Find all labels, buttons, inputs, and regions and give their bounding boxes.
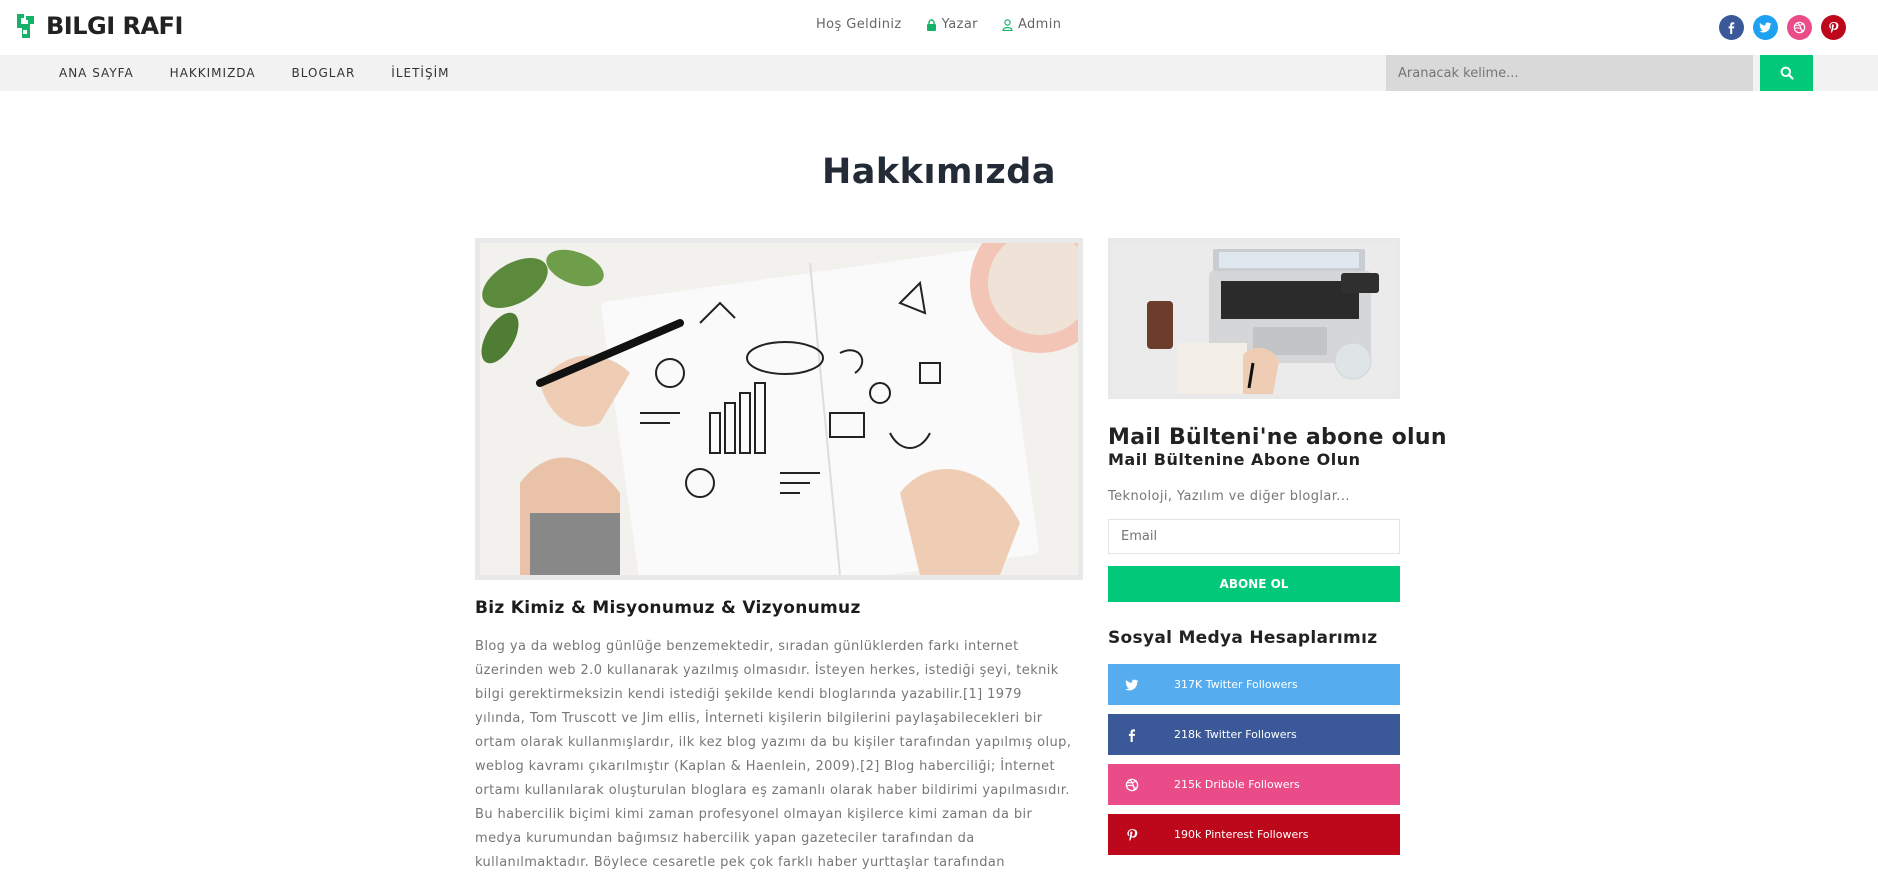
top-bar: BILGI RAFI Hoş Geldiniz Yazar Admin <box>0 0 1878 55</box>
social-row-twitter[interactable]: 317K Twitter Followers <box>1108 664 1400 705</box>
page-title: Hakkımızda <box>822 152 1056 192</box>
twitter-icon <box>1759 22 1772 33</box>
laptop-desk-image <box>1113 243 1395 394</box>
twitter-link[interactable] <box>1753 15 1778 40</box>
hero-image <box>475 238 1083 580</box>
top-social-links <box>1719 15 1846 40</box>
logo-icon <box>17 14 34 38</box>
search-input[interactable] <box>1386 55 1753 91</box>
social-row-label: 218k Twitter Followers <box>1174 728 1297 741</box>
menu-item-contact[interactable]: İLETİŞİM <box>391 66 449 80</box>
site-logo[interactable]: BILGI RAFI <box>14 12 183 40</box>
top-nav-admin[interactable]: Admin <box>1002 17 1061 32</box>
facebook-icon <box>1128 728 1136 742</box>
social-row-icon-wrap <box>1108 778 1148 792</box>
newsletter-subtitle: Mail Bültenine Abone Olun <box>1108 450 1361 469</box>
section-title: Biz Kimiz & Misyonumuz & Vizyonumuz <box>475 598 861 618</box>
sidebar-image <box>1108 238 1400 399</box>
social-row-pinterest[interactable]: 190k Pinterest Followers <box>1108 814 1400 855</box>
menu-item-blogs[interactable]: BLOGLAR <box>292 66 356 80</box>
hero-illustration <box>480 243 1078 575</box>
top-nav-label: Yazar <box>941 17 978 32</box>
social-row-facebook[interactable]: 218k Twitter Followers <box>1108 714 1400 755</box>
facebook-icon <box>1728 22 1735 34</box>
search-button[interactable] <box>1760 55 1813 91</box>
social-row-icon-wrap <box>1108 828 1148 842</box>
dribbble-icon <box>1793 21 1806 34</box>
top-nav-welcome[interactable]: Hoş Geldiniz <box>816 17 902 32</box>
social-row-label: 317K Twitter Followers <box>1174 678 1298 691</box>
social-row-label: 190k Pinterest Followers <box>1174 828 1309 841</box>
menu-item-home[interactable]: ANA SAYFA <box>59 66 134 80</box>
email-field[interactable] <box>1108 519 1400 554</box>
newsletter-description: Teknoloji, Yazılım ve diğer bloglar... <box>1108 489 1350 504</box>
subscribe-button[interactable]: ABONE OL <box>1108 566 1400 602</box>
social-accounts-title: Sosyal Medya Hesaplarımız <box>1108 628 1378 648</box>
main-menu: ANA SAYFA HAKKIMIZDA BLOGLAR İLETİŞİM <box>59 66 449 80</box>
lock-icon <box>926 18 936 31</box>
dribbble-icon <box>1125 778 1139 791</box>
newsletter-title: Mail Bülteni'ne abone olun <box>1108 425 1447 450</box>
main-navbar: ANA SAYFA HAKKIMIZDA BLOGLAR İLETİŞİM <box>0 55 1878 91</box>
top-nav-label: Hoş Geldiniz <box>816 17 902 32</box>
notebook-sketch-image <box>480 243 1078 575</box>
menu-item-about[interactable]: HAKKIMIZDA <box>170 66 256 80</box>
brand-name: BILGI RAFI <box>46 12 183 40</box>
social-row-dribbble[interactable]: 215k Dribble Followers <box>1108 764 1400 805</box>
social-row-label: 215k Dribble Followers <box>1174 778 1300 791</box>
facebook-link[interactable] <box>1719 15 1744 40</box>
pinterest-link[interactable] <box>1821 15 1846 40</box>
top-nav-label: Admin <box>1017 17 1062 32</box>
user-icon <box>1002 18 1013 31</box>
social-row-icon-wrap <box>1108 678 1148 692</box>
top-nav: Hoş Geldiniz Yazar Admin <box>816 17 1061 32</box>
laptop-illustration <box>1113 243 1395 394</box>
dribbble-link[interactable] <box>1787 15 1812 40</box>
search-icon <box>1780 66 1794 80</box>
pinterest-icon <box>1127 828 1138 841</box>
twitter-icon <box>1125 679 1139 690</box>
about-body-text: Blog ya da weblog günlüğe benzemektedir,… <box>475 639 1072 870</box>
top-nav-author[interactable]: Yazar <box>926 17 978 32</box>
pinterest-icon <box>1829 22 1839 33</box>
social-row-icon-wrap <box>1108 728 1148 742</box>
